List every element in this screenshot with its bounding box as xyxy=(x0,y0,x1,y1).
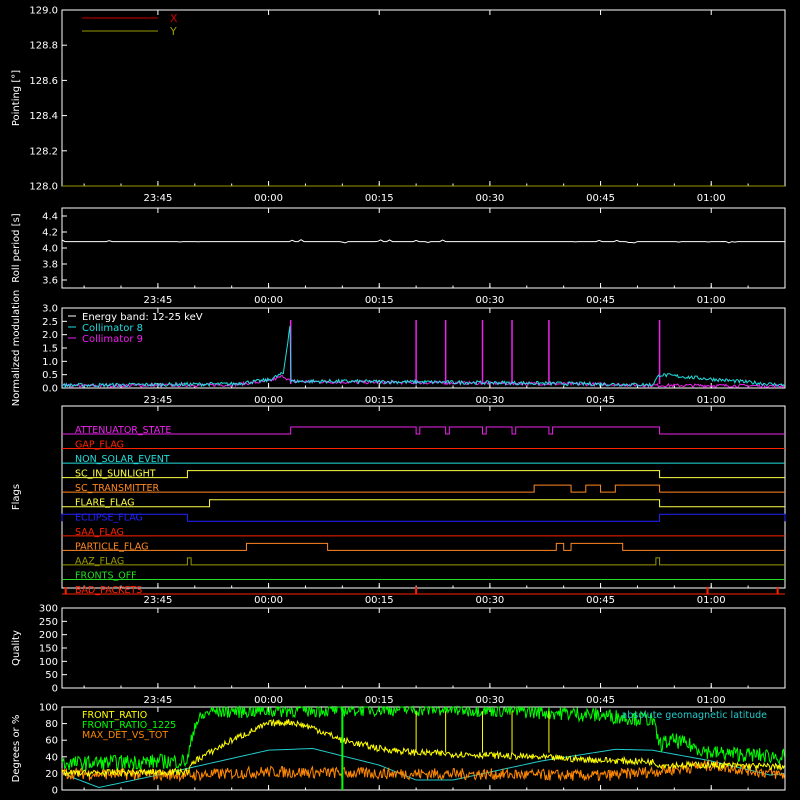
pointing-xtick-label: 23:45 xyxy=(143,193,172,204)
ratios-legend-geomag: absolute geomagnetic latitude xyxy=(621,710,767,721)
modulation-ytick-label: 0.0 xyxy=(42,384,58,395)
quality-ytick-label: 100 xyxy=(39,657,58,668)
collimator-8-series xyxy=(61,325,786,389)
modulation-xtick-label: 00:15 xyxy=(365,395,394,406)
pointing-xtick-label: 00:30 xyxy=(475,193,504,204)
flags-xtick-label: 00:30 xyxy=(475,595,504,606)
roll-xtick-label: 00:00 xyxy=(254,295,283,306)
modulation-ylabel: Normalized modulation xyxy=(11,290,22,407)
pointing-xtick-label: 00:00 xyxy=(254,193,283,204)
pointing-ytick-label: 128.2 xyxy=(29,146,58,157)
modulation-ytick-label: 1.5 xyxy=(42,344,58,355)
modulation-ytick-label: 2.5 xyxy=(42,317,58,328)
flags-ylabel: Flags xyxy=(11,484,22,510)
roll-xtick-label: 00:30 xyxy=(475,295,504,306)
pointing-ytick-label: 128.6 xyxy=(29,76,58,87)
quality-ytick-label: 300 xyxy=(39,604,58,615)
ratios-ytick-label: 80 xyxy=(45,719,58,730)
pointing-xtick-label: 00:15 xyxy=(365,193,394,204)
ratios-ytick-label: 20 xyxy=(45,769,58,780)
quality-frame xyxy=(61,607,786,689)
roll-ytick-label: 3.6 xyxy=(42,276,58,287)
modulation-ytick-label: 0.5 xyxy=(42,370,58,381)
modulation-legend-label: Collimator 8 xyxy=(82,323,143,334)
flag-line xyxy=(62,470,785,479)
ratios-legend-label: MAX_DET_VS_TOT xyxy=(82,730,168,741)
pointing-ytick-label: 128.8 xyxy=(29,41,58,52)
quality-xtick-label: 23:45 xyxy=(143,695,172,706)
quality-ylabel: Quality xyxy=(11,630,22,666)
quality-ytick-label: 0 xyxy=(52,684,58,695)
pointing-legend-label: X xyxy=(170,12,178,25)
roll-ylabel: Roll period [s] xyxy=(11,213,22,282)
modulation-legend-label: Energy band: 12-25 keV xyxy=(82,312,203,323)
roll-ytick-label: 4.0 xyxy=(42,244,58,255)
roll-ytick-label: 3.8 xyxy=(42,260,58,271)
figure: 23:45 00:00 00:15 00:30 00:45 01:00 129.0 128.8… xyxy=(11,6,786,797)
quality-xtick-label: 00:30 xyxy=(475,695,504,706)
ratios-ylabel: Degrees or % xyxy=(11,715,22,783)
roll-frame xyxy=(61,207,786,289)
modulation-xtick-label: 00:00 xyxy=(254,395,283,406)
flag-line xyxy=(61,513,786,522)
ratios-ytick-label: 0 xyxy=(52,786,58,797)
flag-line xyxy=(62,499,785,508)
roll-period-series xyxy=(61,239,785,244)
pointing-ylabel: Pointing [°] xyxy=(11,70,22,126)
roll-ytick-label: 4.4 xyxy=(42,212,58,223)
pointing-xtick-label: 00:45 xyxy=(586,193,615,204)
modulation-xtick-label: 01:00 xyxy=(697,395,726,406)
roll-ytick-label: 4.2 xyxy=(42,228,58,239)
quality-ytick-label: 150 xyxy=(39,644,58,655)
modulation-ytick-label: 2.0 xyxy=(42,330,58,341)
flags-xtick-label: 00:00 xyxy=(254,595,283,606)
modulation-ytick-label: 3.0 xyxy=(42,304,58,315)
quality-xtick-label: 00:15 xyxy=(365,695,394,706)
pointing-ytick-label: 129.0 xyxy=(29,6,58,17)
modulation-xtick-label: 00:30 xyxy=(475,395,504,406)
pointing-legend-label: Y xyxy=(169,25,177,38)
modulation-xtick-label: 23:45 xyxy=(143,395,172,406)
quality-xtick-label: 00:45 xyxy=(586,695,615,706)
ratios-ytick-label: 100 xyxy=(39,703,58,714)
pointing-ytick-label: 128.4 xyxy=(29,111,58,122)
quality-ytick-label: 250 xyxy=(39,617,58,628)
modulation-legend-label: Collimator 9 xyxy=(82,334,143,345)
roll-xtick-label: 00:45 xyxy=(586,295,615,306)
flags-xtick-label: 00:45 xyxy=(586,595,615,606)
pointing-ytick-label: 128.0 xyxy=(29,182,58,193)
flag-line xyxy=(62,484,785,493)
quality-xtick-label: 00:00 xyxy=(254,695,283,706)
quality-xtick-label: 01:00 xyxy=(697,695,726,706)
roll-xtick-label: 23:45 xyxy=(143,295,172,306)
ratios-ytick-label: 40 xyxy=(45,752,58,763)
modulation-xtick-label: 00:45 xyxy=(586,395,615,406)
roll-xtick-label: 01:00 xyxy=(697,295,726,306)
flags-xtick-label: 23:45 xyxy=(143,595,172,606)
modulation-ytick-label: 1.0 xyxy=(42,357,58,368)
roll-xtick-label: 00:15 xyxy=(365,295,394,306)
quality-ytick-label: 200 xyxy=(39,630,58,641)
flags-xtick-label: 01:00 xyxy=(697,595,726,606)
flag-line xyxy=(62,557,785,566)
pointing-xtick-label: 01:00 xyxy=(697,193,726,204)
flags-xtick-label: 00:15 xyxy=(365,595,394,606)
ratios-ytick-label: 60 xyxy=(45,736,58,747)
flag-line xyxy=(62,542,785,551)
quality-ytick-label: 50 xyxy=(45,670,58,681)
